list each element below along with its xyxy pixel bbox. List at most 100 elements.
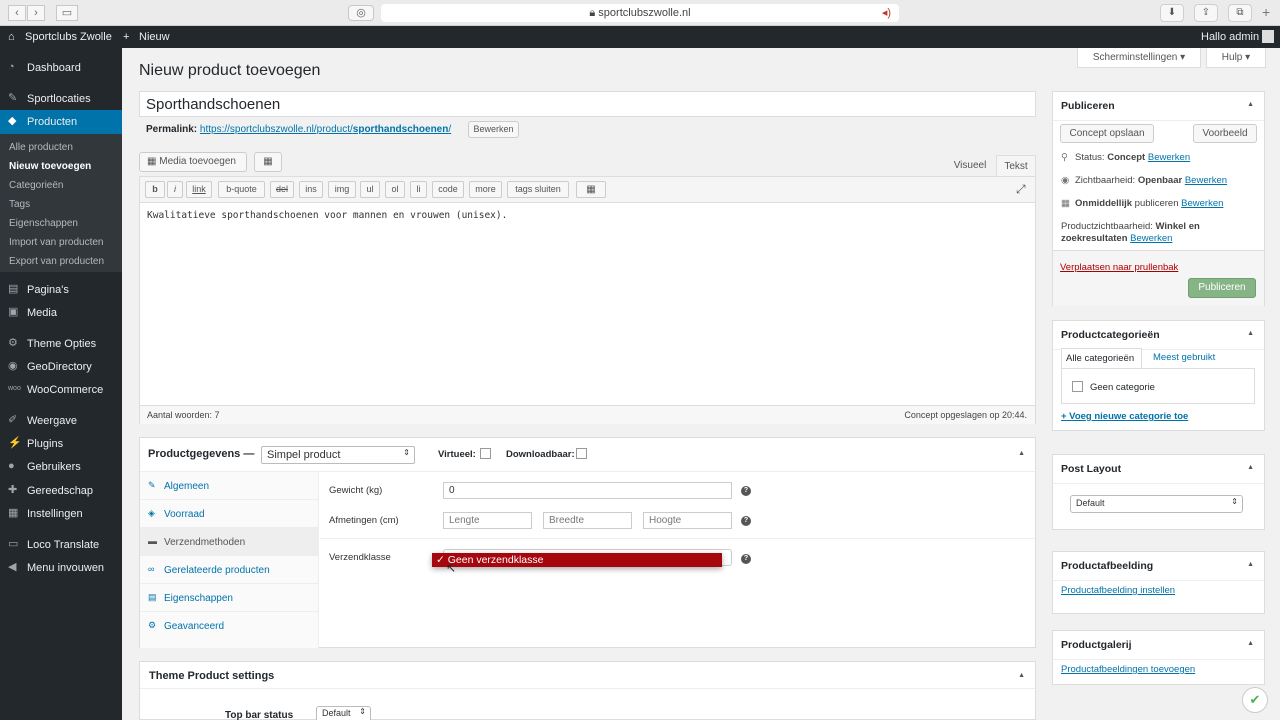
- menu-settings[interactable]: ▦ Instellingen: [0, 503, 122, 525]
- save-draft-button[interactable]: Concept opslaan: [1060, 124, 1154, 143]
- product-type-select[interactable]: Simpel product ⇕: [261, 446, 415, 464]
- edit-status-link[interactable]: Bewerken: [1148, 152, 1190, 163]
- menu-users[interactable]: ● Gebruikers: [0, 456, 122, 478]
- grid-icon[interactable]: ▦: [254, 152, 282, 172]
- qt-ins[interactable]: ins: [299, 181, 323, 198]
- editor-content[interactable]: Kwalitatieve sporthandschoenen voor mann…: [147, 210, 507, 221]
- collapse-arrow-icon[interactable]: ▲: [1247, 101, 1254, 108]
- forward-icon[interactable]: ›: [27, 5, 45, 21]
- share-icon[interactable]: ⇪: [1194, 4, 1218, 22]
- submenu-export[interactable]: Export van producten: [9, 256, 104, 267]
- menu-pages[interactable]: ▤ Pagina's: [0, 279, 122, 301]
- help-icon[interactable]: ?: [741, 516, 751, 526]
- menu-woocommerce[interactable]: woo WooCommerce: [0, 379, 122, 401]
- tab-attributes[interactable]: ▤ Eigenschappen: [140, 584, 319, 612]
- plus-icon[interactable]: +: [123, 31, 129, 43]
- qt-close-tags[interactable]: tags sluiten: [507, 181, 569, 198]
- post-layout-select[interactable]: Default ⇕: [1070, 495, 1243, 513]
- menu-producten[interactable]: ◆ Producten: [0, 110, 122, 134]
- tab-advanced[interactable]: ⚙ Geavanceerd: [140, 612, 319, 640]
- qt-del[interactable]: del: [270, 181, 294, 198]
- qt-li[interactable]: li: [410, 181, 427, 198]
- qt-link[interactable]: link: [186, 181, 212, 198]
- collapse-arrow-icon[interactable]: ▲: [1247, 561, 1254, 568]
- tab-inventory[interactable]: ◈ Voorraad: [140, 500, 319, 528]
- tab-general[interactable]: ✎ Algemeen: [140, 472, 319, 500]
- collapse-arrow-icon[interactable]: ▲: [1247, 640, 1254, 647]
- qt-bold[interactable]: b: [145, 181, 165, 198]
- menu-plugins[interactable]: ⚡ Plugins: [0, 433, 122, 455]
- menu-appearance[interactable]: ✐ Weergave: [0, 410, 122, 432]
- permalink-link[interactable]: https://sportclubszwolle.nl/product/spor…: [200, 124, 451, 135]
- audio-icon[interactable]: ◂): [882, 4, 891, 22]
- back-icon[interactable]: ‹: [8, 5, 26, 21]
- collapse-arrow-icon[interactable]: ▲: [1247, 464, 1254, 471]
- tab-shipping[interactable]: ▬ Verzendmethoden: [140, 528, 319, 556]
- toolbar-toggle-icon[interactable]: ▦: [576, 181, 606, 198]
- help-button[interactable]: Hulp ▾: [1206, 48, 1266, 68]
- menu-loco-translate[interactable]: ▭ Loco Translate: [0, 534, 122, 556]
- submenu-import[interactable]: Import van producten: [9, 237, 104, 248]
- tab-most-used[interactable]: Meest gebruikt: [1153, 352, 1215, 363]
- new-tab-icon[interactable]: +: [1262, 4, 1270, 20]
- add-gallery-images-link[interactable]: Productafbeeldingen toevoegen: [1061, 664, 1195, 675]
- submenu-all-products[interactable]: Alle producten: [9, 142, 73, 153]
- qt-img[interactable]: img: [328, 181, 356, 198]
- weight-input[interactable]: 0: [443, 482, 732, 499]
- security-shield-icon[interactable]: ✔: [1242, 687, 1268, 713]
- tab-all-categories[interactable]: Alle categorieën: [1061, 348, 1142, 368]
- submenu-categories[interactable]: Categorieën: [9, 180, 63, 191]
- fullscreen-icon[interactable]: ⤢: [1016, 182, 1026, 197]
- shipping-class-dropdown-option[interactable]: ✓ Geen verzendklasse: [432, 553, 722, 567]
- greeting-link[interactable]: Hallo admin: [1201, 31, 1259, 43]
- product-title-input[interactable]: Sporthandschoenen: [139, 91, 1036, 117]
- virtual-checkbox[interactable]: [480, 448, 491, 459]
- collapse-arrow-icon[interactable]: ▲: [1018, 450, 1025, 457]
- menu-dashboard[interactable]: ◔ Dashboard: [0, 57, 122, 79]
- help-icon[interactable]: ?: [741, 486, 751, 496]
- move-to-trash-link[interactable]: Verplaatsen naar prullenbak: [1060, 262, 1178, 273]
- submenu-attributes[interactable]: Eigenschappen: [9, 218, 78, 229]
- length-input[interactable]: Lengte: [443, 512, 532, 529]
- publish-button[interactable]: Publiceren: [1188, 278, 1256, 298]
- top-bar-status-select[interactable]: Default ⇕: [316, 706, 371, 720]
- site-name-link[interactable]: Sportclubs Zwolle: [25, 31, 112, 43]
- privacy-icon[interactable]: ◎: [348, 5, 374, 21]
- collapse-arrow-icon[interactable]: ▲: [1247, 330, 1254, 337]
- preview-button[interactable]: Voorbeeld: [1193, 124, 1257, 143]
- download-icon[interactable]: ⬇: [1160, 4, 1184, 22]
- qt-more[interactable]: more: [469, 181, 502, 198]
- menu-sportlocaties[interactable]: ✎ Sportlocaties: [0, 88, 122, 110]
- menu-geodirectory[interactable]: ◉ GeoDirectory: [0, 356, 122, 378]
- edit-catalog-visibility-link[interactable]: Bewerken: [1130, 233, 1172, 244]
- qt-italic[interactable]: i: [167, 181, 183, 198]
- set-product-image-link[interactable]: Productafbeelding instellen: [1061, 585, 1175, 596]
- help-icon[interactable]: ?: [741, 554, 751, 564]
- add-media-button[interactable]: ▦ Media toevoegen: [139, 152, 247, 172]
- menu-tools[interactable]: ✚ Gereedschap: [0, 480, 122, 502]
- qt-ol[interactable]: ol: [385, 181, 405, 198]
- new-content-link[interactable]: Nieuw: [139, 31, 170, 43]
- address-bar[interactable]: 🔒︎ sportclubszwolle.nl ◂): [381, 4, 899, 22]
- submenu-add-new[interactable]: Nieuw toevoegen: [9, 161, 91, 172]
- tabs-icon[interactable]: ⧉: [1228, 4, 1252, 22]
- edit-visibility-link[interactable]: Bewerken: [1185, 175, 1227, 186]
- edit-date-link[interactable]: Bewerken: [1181, 198, 1223, 209]
- sidebar-toggle-icon[interactable]: ▭: [56, 5, 78, 21]
- add-category-link[interactable]: + Voeg nieuwe categorie toe: [1061, 411, 1188, 422]
- submenu-tags[interactable]: Tags: [9, 199, 30, 210]
- home-icon[interactable]: ⌂: [8, 31, 15, 43]
- height-input[interactable]: Hoogte: [643, 512, 732, 529]
- screen-options-button[interactable]: Scherminstellingen ▾: [1077, 48, 1201, 68]
- menu-theme-options[interactable]: ⚙ Theme Opties: [0, 333, 122, 355]
- menu-media[interactable]: ▣ Media: [0, 302, 122, 324]
- avatar[interactable]: [1262, 30, 1274, 43]
- category-checkbox[interactable]: [1072, 381, 1083, 392]
- qt-bquote[interactable]: b-quote: [218, 181, 265, 198]
- tab-linked-products[interactable]: ∞ Gerelateerde producten: [140, 556, 319, 584]
- qt-code[interactable]: code: [432, 181, 464, 198]
- tab-text[interactable]: Tekst: [996, 155, 1036, 176]
- downloadable-checkbox[interactable]: [576, 448, 587, 459]
- edit-permalink-button[interactable]: Bewerken: [468, 121, 519, 138]
- tab-visual[interactable]: Visueel: [946, 155, 994, 176]
